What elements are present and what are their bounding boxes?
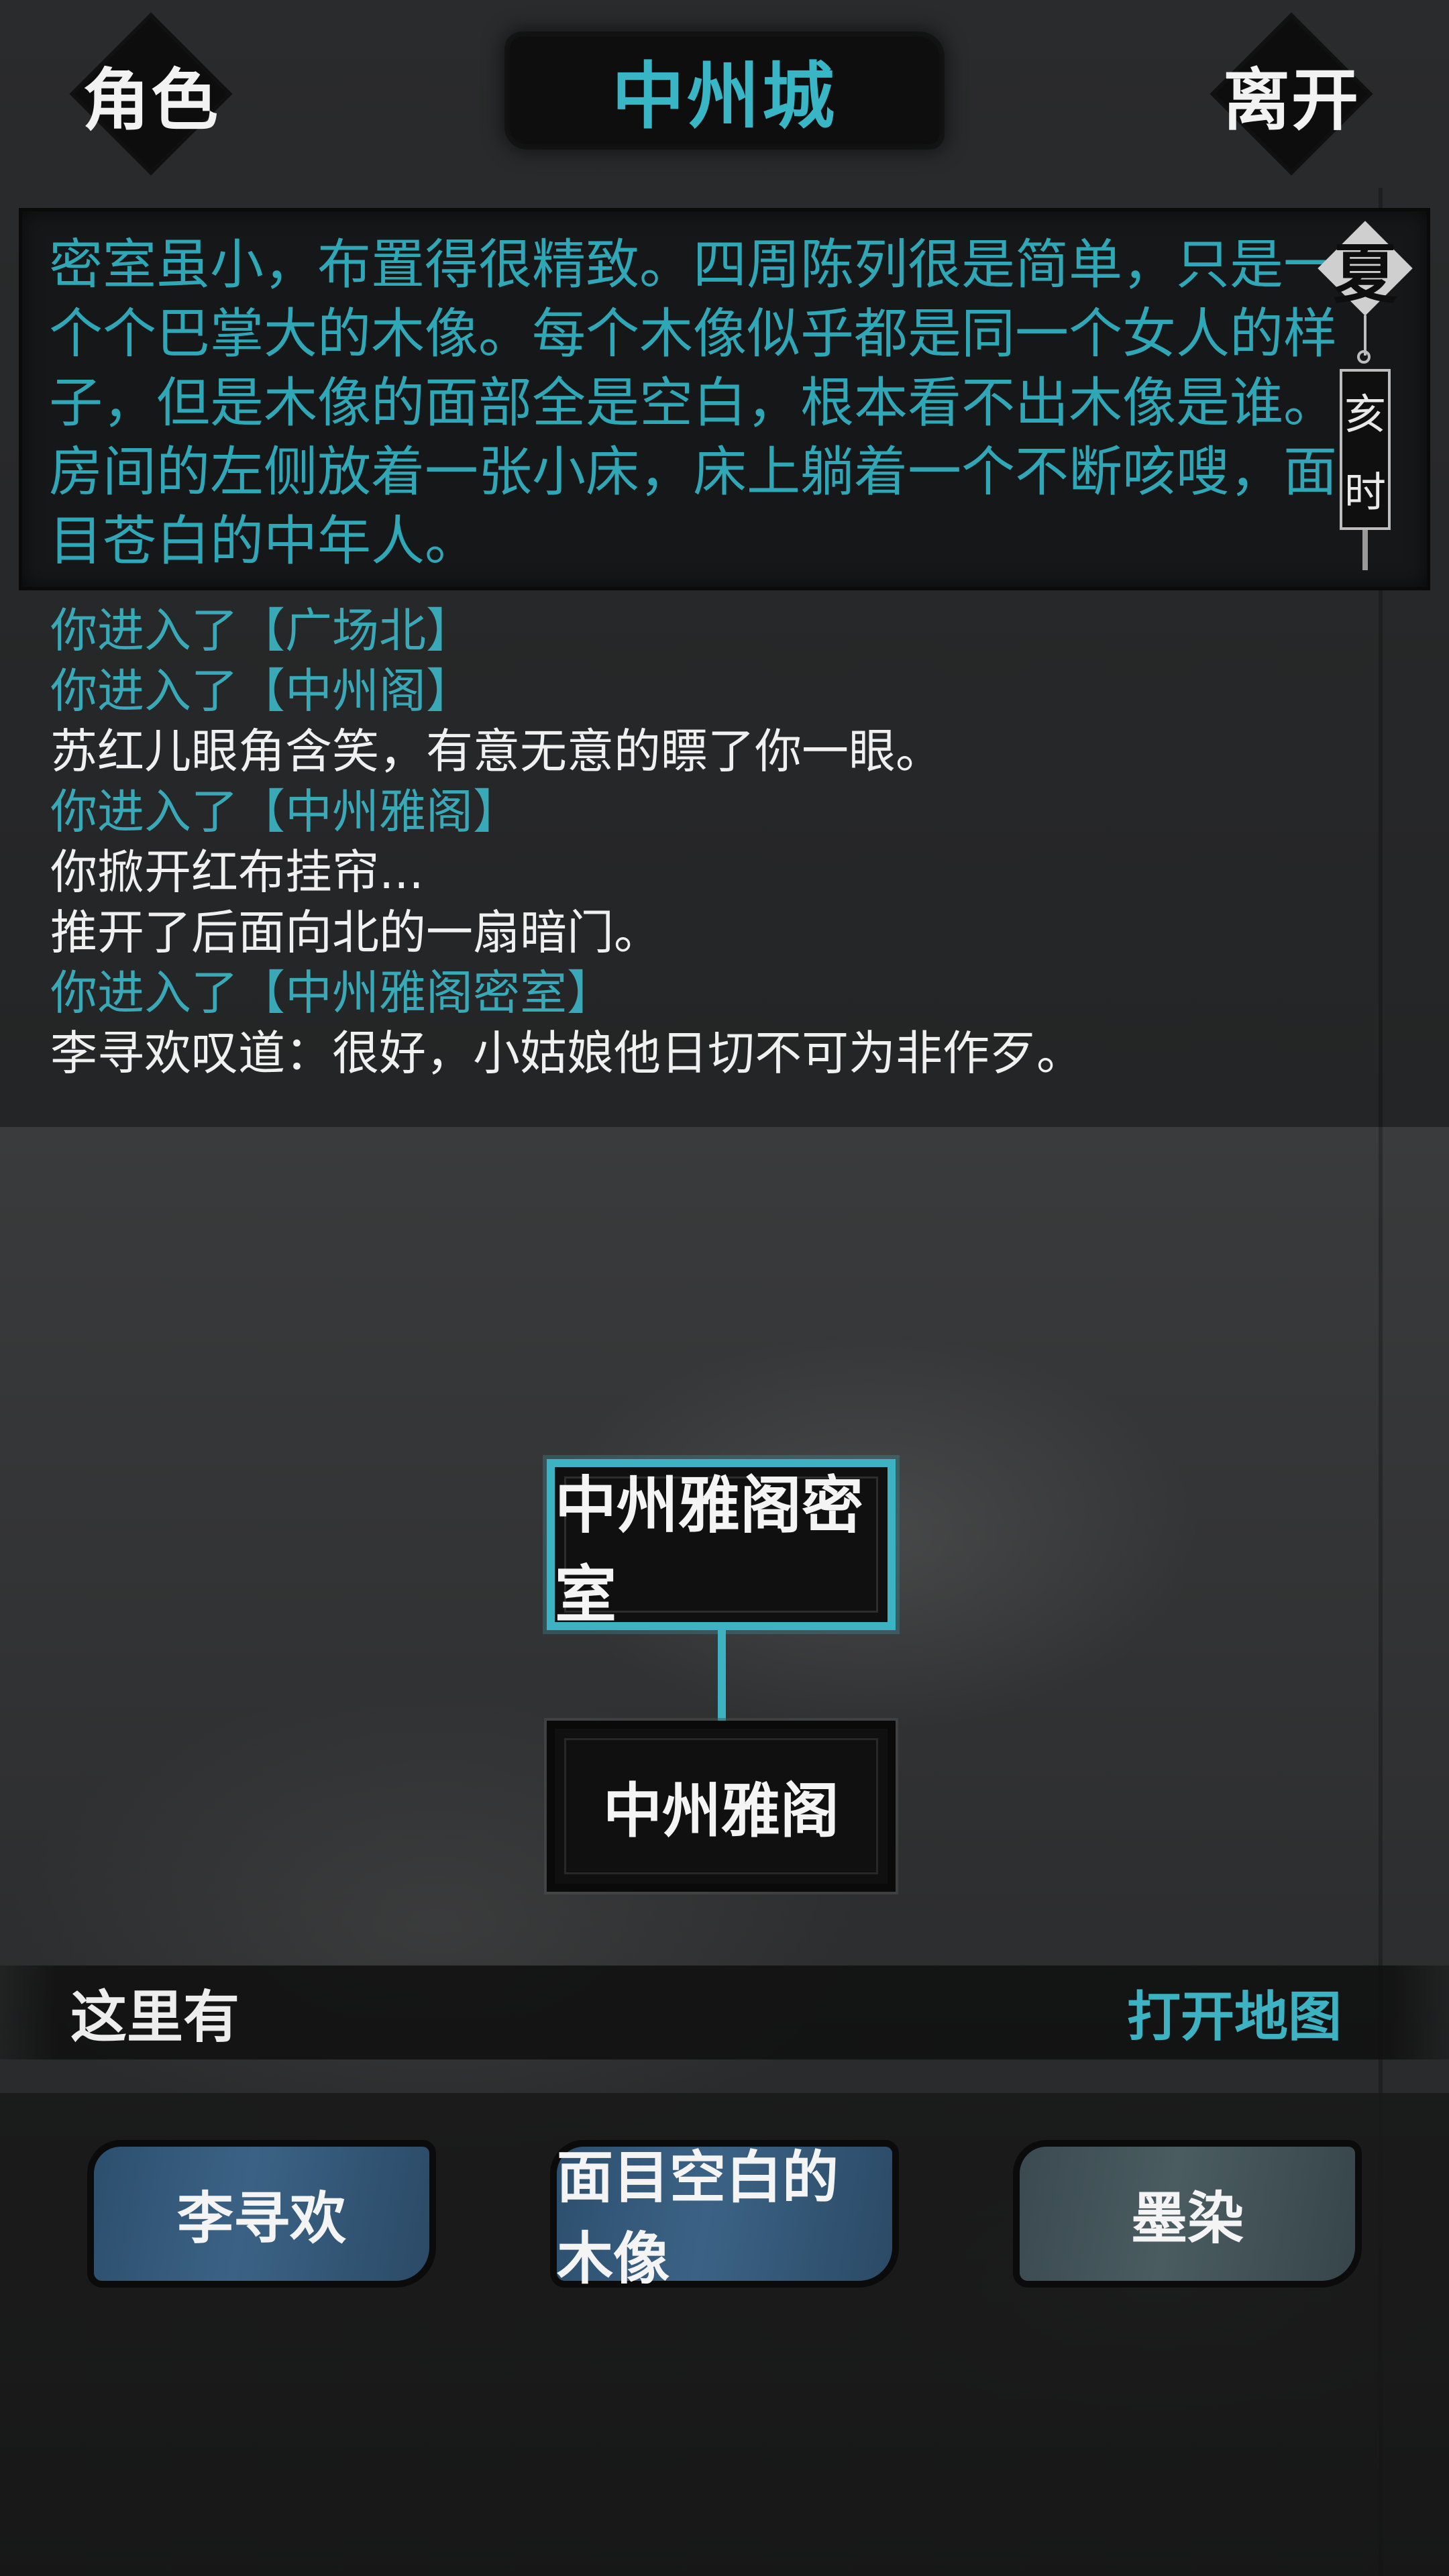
npc-button[interactable]: 李寻欢 bbox=[94, 2147, 429, 2281]
npc-button-label: 墨染 bbox=[1130, 2184, 1244, 2251]
character-button[interactable]: 角色 bbox=[70, 13, 231, 174]
log-line: 你进入了【中州阁】 bbox=[50, 663, 473, 718]
hour-label-2: 时 bbox=[1344, 468, 1386, 517]
open-map-link[interactable]: 打开地图 bbox=[1127, 1966, 1342, 2059]
map-node-south-room[interactable]: 中州雅阁 bbox=[547, 1721, 896, 1892]
map-node-current-room[interactable]: 中州雅阁密室 bbox=[547, 1459, 896, 1631]
season-time-indicator: 夏 亥 时 bbox=[1318, 221, 1413, 570]
log-line: 李寻欢叹道：很好，小姑娘他日切不可为非作歹。 bbox=[50, 1026, 1083, 1081]
message-log: 你进入了【广场北】 你进入了【中州阁】 苏红儿眼角含笑，有意无意的瞟了你一眼。 … bbox=[50, 600, 1392, 1083]
room-description-box: 密室虽小，布置得很精致。四周陈列很是简单，只是一个个巴掌大的木像。每个木像似乎都… bbox=[19, 208, 1430, 590]
here-bar: 这里有 打开地图 bbox=[0, 1966, 1449, 2059]
log-line: 你进入了【中州雅阁密室】 bbox=[50, 965, 614, 1020]
log-line: 你掀开红布挂帘... bbox=[50, 845, 424, 900]
header-bar: 角色 中州城 离开 bbox=[0, 0, 1449, 195]
npc-button-label: 面目空白的木像 bbox=[557, 2144, 839, 2292]
log-line: 苏红儿眼角含笑，有意无意的瞟了你一眼。 bbox=[50, 724, 943, 779]
here-label: 这里有 bbox=[70, 1983, 240, 2050]
string-knot-icon bbox=[1357, 350, 1371, 364]
log-line: 你进入了【广场北】 bbox=[50, 603, 473, 658]
season-label: 夏 bbox=[1333, 235, 1397, 312]
npc-button[interactable]: 墨染 bbox=[1020, 2147, 1355, 2281]
npc-button[interactable]: 面目空白的木像 bbox=[557, 2144, 892, 2292]
hour-label-1: 亥 bbox=[1344, 390, 1386, 439]
log-line: 你进入了【中州雅阁】 bbox=[50, 784, 520, 839]
hour-tag: 亥 时 bbox=[1340, 369, 1391, 530]
tag-tassel bbox=[1362, 530, 1368, 570]
map-node-south-label: 中州雅阁 bbox=[602, 1776, 839, 1845]
character-button-label: 角色 bbox=[83, 60, 219, 140]
room-description-text: 密室虽小，布置得很精致。四周陈列很是简单，只是一个个巴掌大的木像。每个木像似乎都… bbox=[49, 233, 1337, 572]
map-connector bbox=[718, 1630, 726, 1721]
city-title-plate: 中州城 bbox=[510, 37, 939, 144]
leave-button[interactable]: 离开 bbox=[1211, 13, 1372, 174]
map-node-current-label: 中州雅阁密室 bbox=[555, 1468, 864, 1631]
npc-button-label: 李寻欢 bbox=[176, 2184, 346, 2251]
hanging-string bbox=[1364, 315, 1366, 356]
leave-button-label: 离开 bbox=[1223, 60, 1360, 140]
log-line: 推开了后面向北的一扇暗门。 bbox=[50, 905, 661, 960]
city-title: 中州城 bbox=[611, 54, 837, 139]
